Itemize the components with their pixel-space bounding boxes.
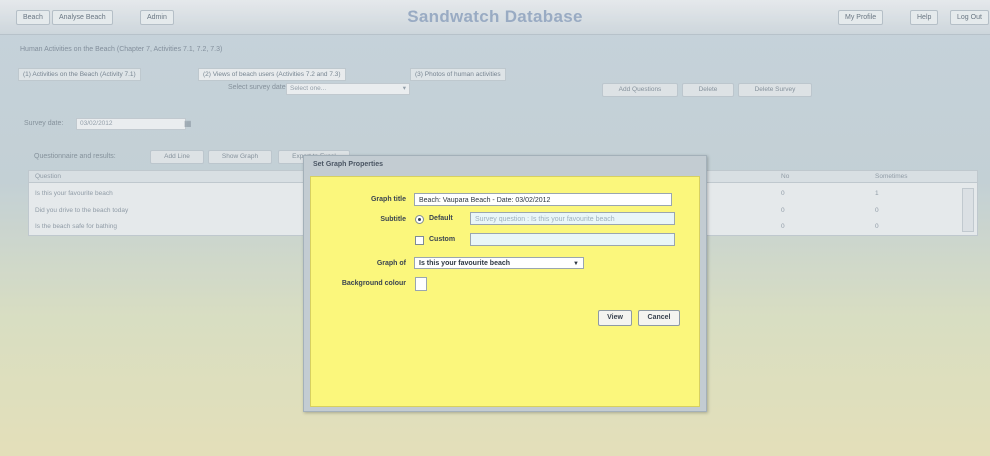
- custom-checkbox-label: Custom: [429, 236, 456, 243]
- cancel-button[interactable]: Cancel: [638, 310, 680, 326]
- chevron-down-icon: ▼: [573, 261, 579, 267]
- graph-of-label: Graph of: [376, 260, 406, 267]
- default-subtitle-input[interactable]: Survey question : Is this your favourite…: [470, 212, 675, 225]
- background-colour-label: Background colour: [341, 280, 406, 287]
- view-button[interactable]: View: [598, 310, 632, 326]
- graph-properties-dialog: Set Graph Properties Graph title Beach: …: [303, 155, 707, 412]
- custom-checkbox[interactable]: [415, 236, 424, 245]
- default-radio-label: Default: [429, 215, 453, 222]
- graph-title-input[interactable]: Beach: Vaupara Beach - Date: 03/02/2012: [414, 193, 672, 206]
- graph-title-label: Graph title: [370, 196, 406, 203]
- default-radio[interactable]: [415, 215, 424, 224]
- graph-of-value: Is this your favourite beach: [419, 260, 511, 267]
- graph-of-select[interactable]: Is this your favourite beach ▼: [414, 257, 584, 269]
- custom-subtitle-input[interactable]: [470, 233, 675, 246]
- dialog-body: Graph title Beach: Vaupara Beach - Date:…: [310, 176, 700, 407]
- subtitle-label: Subtitle: [380, 216, 406, 223]
- background-colour-swatch[interactable]: [415, 277, 427, 291]
- dialog-title: Set Graph Properties: [313, 161, 384, 168]
